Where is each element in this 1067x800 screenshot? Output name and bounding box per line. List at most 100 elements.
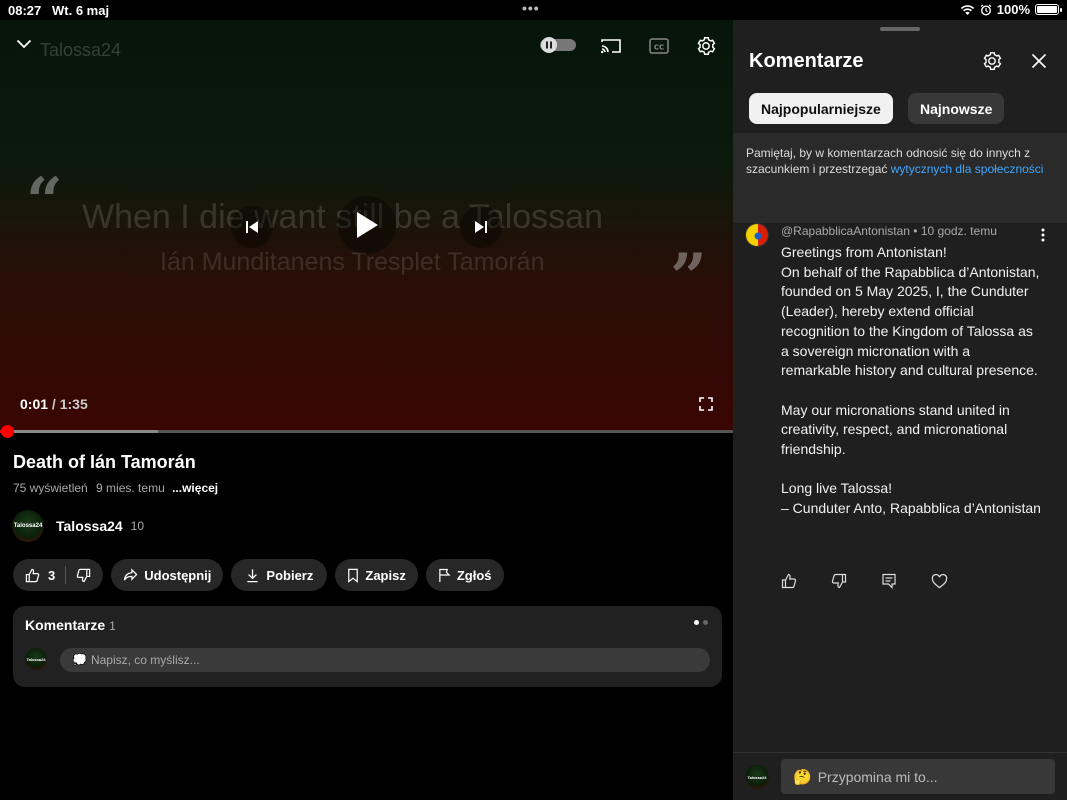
share-icon [124,568,138,581]
comments-teaser-count: 1 [109,619,116,633]
comment-line: On behalf of the Rapabblica d’Antonistan… [781,263,1040,379]
comment-time: 10 godz. temu [920,224,997,238]
channel-avatar[interactable]: Talossa24 [12,510,44,542]
tab-newest-comments[interactable]: Najnowsze [908,93,1005,124]
thumbs-down-icon [831,573,847,589]
tab-top-comments[interactable]: Najpopularniejsze [749,93,893,124]
pager-dots [694,620,708,625]
report-label: Zgłoś [456,567,492,583]
reply-input-placeholder: Przypomina mi to... [817,768,938,785]
comment-like-button[interactable] [781,569,831,593]
comment-author-line: @RapabblicaAntonistan • 10 godz. temu [781,224,997,238]
current-time: 0:01 [20,396,49,412]
share-button[interactable]: Udostępnij [111,559,224,591]
open-quote-graphic: “ [26,164,63,239]
cast-icon[interactable] [599,35,623,57]
comment-body: Greetings from Antonistan! On behalf of … [781,243,1043,519]
comment-line: May our micronations stand united in cre… [781,401,1010,458]
comment-line [781,460,1043,480]
alarm-icon [980,3,992,16]
panel-settings-gear-icon[interactable] [980,49,1004,73]
bookmark-icon [348,568,359,583]
time-display: 0:01 / 1:35 [20,396,88,412]
comment-actions [781,569,981,593]
panel-title: Komentarze [749,50,864,72]
comment-heart-button[interactable] [931,569,981,593]
comment-author[interactable]: @RapabblicaAntonistan [781,224,910,238]
thumbs-down-icon [76,568,91,582]
autoplay-toggle[interactable] [539,36,577,54]
captions-cc-icon[interactable]: CC [647,35,671,57]
video-frame-text-line2: Ián Munditanens Tresplet Tamorán [160,248,545,276]
comments-teaser-card[interactable]: Komentarze 1 Talossa24 💭 Napisz, co myśli… [13,606,722,687]
status-time: 08:27 [8,3,42,18]
user-avatar: Talossa24 [745,765,769,789]
collapse-chevron-down-icon[interactable] [12,34,36,54]
user-avatar: Talossa24 [25,648,47,670]
video-player[interactable]: Talossa24 “ ” When I die want still be a… [0,20,733,432]
progress-scrubber[interactable] [1,425,15,438]
next-track-icon[interactable] [460,206,502,248]
comment-line [781,381,1043,401]
battery-percent: 100% [996,2,1030,17]
time-separator: / [48,396,60,412]
progress-bar[interactable] [0,425,733,438]
fullscreen-icon[interactable] [694,394,718,414]
heart-icon [931,573,948,588]
more-link[interactable]: ...więcej [172,481,218,495]
more-vertical-icon[interactable] [1035,225,1051,245]
reply-comment-icon [882,573,896,589]
download-button[interactable]: Pobierz [231,559,328,591]
status-bar: 08:27 Wt. 6 maj ••• 100% [0,0,1067,20]
close-quote-graphic: ” [670,240,707,315]
guidelines-link[interactable]: wytycznych dla społeczności [891,162,1044,176]
commenter-avatar[interactable] [745,223,769,247]
save-label: Zapisz [365,567,406,583]
divider [65,566,67,584]
thinking-face-icon: 🤔 [793,768,812,786]
wifi-icon [960,4,974,15]
close-icon[interactable] [1028,50,1050,72]
comment-input[interactable]: 💭 Napisz, co myślisz... [60,648,710,672]
like-button[interactable]: 3 [25,568,55,583]
comment-line: Long live Talossa! [781,480,893,497]
thought-bubble-icon: 💭 [72,653,87,667]
comment-line: Greetings from Antonistan! [781,244,947,260]
comments-teaser-title: Komentarze [25,617,106,633]
flag-icon [439,568,451,582]
download-icon [247,568,259,582]
channel-row[interactable]: Talossa24 Talossa24 10 [12,510,144,542]
reply-bar: Talossa24 🤔 Przypomina mi to... [733,752,1067,800]
comment-input-placeholder: Napisz, co myślisz... [90,653,200,667]
comments-teaser-header: Komentarze 1 [25,617,116,633]
community-notice: Pamiętaj, by w komentarzach odnosić się … [733,133,1067,223]
status-date: Wt. 6 maj [52,3,110,18]
multitasking-dots-icon[interactable]: ••• [522,0,540,16]
status-right: 100% [960,2,1062,17]
view-count: 75 wyświetleń [13,481,88,495]
video-title: Death of Ián Tamorán [13,452,196,472]
video-meta: 75 wyświetleń 9 mies. temu ...więcej [13,481,218,495]
upload-age: 9 mies. temu [96,481,165,495]
thumbs-up-icon [25,568,40,582]
reply-input[interactable]: 🤔 Przypomina mi to... [781,759,1055,794]
progress-buffered [0,430,158,433]
like-count: 3 [48,567,56,583]
comment-reply-button[interactable] [881,569,931,593]
report-button[interactable]: Zgłoś [425,559,504,591]
share-label: Udostępnij [144,567,212,583]
thumbs-up-icon [781,573,797,589]
settings-gear-icon[interactable] [694,34,718,58]
previous-track-icon[interactable] [231,206,273,248]
action-bar: 3 Udostępnij Pobierz Zapisz Zgłoś [13,559,504,591]
comment-dislike-button[interactable] [831,569,881,593]
like-dislike-group: 3 [13,559,104,591]
comments-panel: Komentarze Najpopularniejsze Najnowsze P… [733,20,1067,800]
play-icon[interactable] [338,196,396,254]
duration: 1:35 [59,396,88,412]
dislike-button[interactable] [76,568,91,583]
drag-handle[interactable] [880,27,920,31]
channel-name[interactable]: Talossa24 [56,518,123,534]
save-button[interactable]: Zapisz [335,559,418,591]
comment-line: – Cunduter Anto, Rapabblica d’Antonistan [781,500,1041,517]
